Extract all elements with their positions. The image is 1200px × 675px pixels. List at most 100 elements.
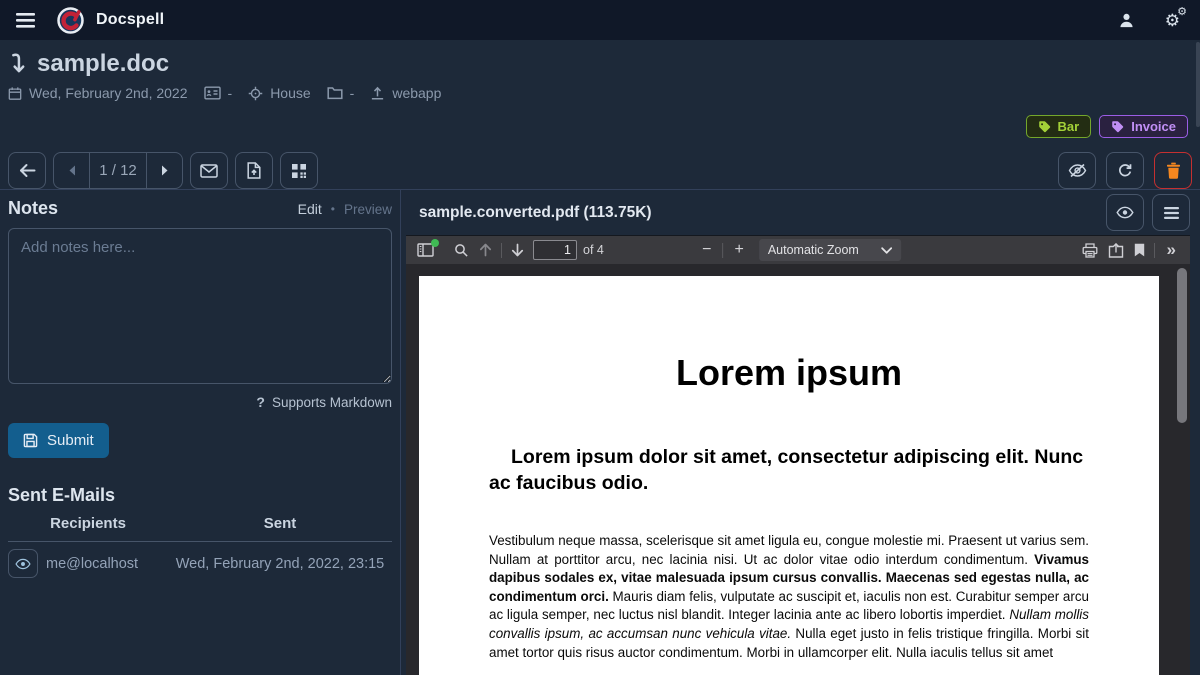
- submit-notes-button[interactable]: Submit: [8, 423, 109, 458]
- eye-icon: [15, 558, 31, 570]
- pdf-toolbar: of 4 − + Automatic Zoom: [406, 236, 1190, 264]
- chevron-left-icon: [68, 165, 76, 176]
- envelope-icon: [200, 164, 218, 178]
- pdf-doc-subtitle: Lorem ipsum dolor sit amet, consectetur …: [489, 444, 1089, 496]
- bookmark-icon: [1134, 243, 1145, 257]
- question-mark-icon: ?: [256, 394, 265, 410]
- tags-row: Bar Invoice: [8, 115, 1192, 138]
- top-navbar: Docspell ⚙⚙: [0, 0, 1200, 40]
- mail-sent-date: Wed, February 2nd, 2022, 23:15: [168, 556, 392, 572]
- notes-input[interactable]: [8, 228, 392, 384]
- pdf-page-input[interactable]: [533, 240, 577, 260]
- hamburger-icon: [16, 13, 35, 28]
- open-file-button[interactable]: [1103, 236, 1129, 264]
- sent-email-row: me@localhost Wed, February 2nd, 2022, 23…: [8, 549, 392, 578]
- arrow-up-icon: [479, 243, 492, 257]
- tab-preview[interactable]: Preview: [344, 202, 392, 217]
- page-scrollbar-thumb[interactable]: [1196, 42, 1200, 127]
- unconfirm-button[interactable]: [1058, 152, 1096, 189]
- attachment-file-label: sample.converted.pdf (113.75K): [419, 204, 652, 222]
- save-icon: [23, 433, 38, 448]
- chevron-right-icon: [161, 165, 169, 176]
- view-mail-button[interactable]: [8, 549, 38, 578]
- page-title: sample.doc: [37, 50, 169, 78]
- user-icon: [1118, 12, 1135, 29]
- notes-sidebar: Notes Edit • Preview ? Supports Markdown…: [0, 190, 401, 675]
- crosshairs-icon: [248, 86, 263, 101]
- account-button[interactable]: [1112, 6, 1141, 35]
- item-header: sample.doc Wed, February 2nd, 2022 - Hou…: [0, 40, 1200, 138]
- upload-icon: [370, 86, 385, 101]
- bookmark-button[interactable]: [1129, 236, 1150, 264]
- arrow-left-icon: [19, 163, 36, 178]
- pdf-page-count: of 4: [583, 243, 604, 257]
- pdf-viewer: of 4 − + Automatic Zoom: [406, 235, 1190, 675]
- attachment-pager: 1 / 12: [53, 152, 183, 189]
- pdf-canvas: Lorem ipsum Lorem ipsum dolor sit amet, …: [406, 264, 1190, 675]
- file-upload-icon: [247, 162, 261, 179]
- zoom-level-select[interactable]: Automatic Zoom: [759, 239, 901, 261]
- pdf-scrollbar[interactable]: [1177, 267, 1187, 674]
- preview-toggle-button[interactable]: [1106, 194, 1144, 231]
- pdf-next-page-button[interactable]: [506, 236, 529, 264]
- send-mail-button[interactable]: [190, 152, 228, 189]
- markdown-hint: ? Supports Markdown: [8, 394, 392, 410]
- pdf-search-button[interactable]: [449, 236, 474, 264]
- metadata-grid-button[interactable]: [280, 152, 318, 189]
- tab-edit[interactable]: Edit: [298, 201, 322, 217]
- tag-icon: [1038, 120, 1051, 133]
- qrcode-icon: [291, 163, 307, 179]
- toolbar-separator: [722, 243, 723, 258]
- tag-bar[interactable]: Bar: [1026, 115, 1092, 138]
- reprocess-button[interactable]: [1106, 152, 1144, 189]
- eye-slash-icon: [1068, 163, 1087, 178]
- download-arrow-icon: [8, 52, 27, 76]
- tag-invoice[interactable]: Invoice: [1099, 115, 1188, 138]
- pdf-print-button[interactable]: [1077, 236, 1103, 264]
- open-file-icon: [1108, 243, 1124, 258]
- item-source: webapp: [370, 85, 441, 101]
- menu-button[interactable]: [10, 7, 41, 34]
- zoom-out-button[interactable]: −: [695, 242, 718, 258]
- brand-title: Docspell: [96, 11, 164, 29]
- pdf-tools-button[interactable]: »: [1159, 240, 1184, 260]
- pdf-prev-page-button[interactable]: [474, 236, 497, 264]
- notification-dot: [431, 239, 439, 247]
- pdf-doc-body: Vestibulum neque massa, scelerisque sit …: [489, 532, 1089, 662]
- tag-icon: [1111, 120, 1124, 133]
- item-toolbar: 1 / 12: [0, 152, 1200, 189]
- prev-attachment-button[interactable]: [54, 153, 90, 188]
- sent-emails-heading: Sent E-Mails: [8, 485, 392, 506]
- zoom-in-button[interactable]: +: [727, 242, 750, 258]
- chevron-down-icon: [881, 247, 892, 254]
- pager-label: 1 / 12: [90, 153, 146, 188]
- toolbar-separator: [501, 243, 502, 258]
- attachment-pane: sample.converted.pdf (113.75K): [401, 190, 1200, 675]
- item-date: Wed, February 2nd, 2022: [8, 85, 188, 101]
- item-folder: -: [327, 85, 355, 101]
- docspell-logo-icon: [57, 7, 84, 34]
- arrow-down-icon: [511, 243, 524, 257]
- menu-bars-icon: [1164, 207, 1179, 219]
- address-card-icon: [204, 86, 221, 100]
- redo-icon: [1117, 163, 1133, 179]
- back-button[interactable]: [8, 152, 46, 189]
- pdf-page: Lorem ipsum Lorem ipsum dolor sit amet, …: [419, 276, 1159, 675]
- mail-recipients: me@localhost: [46, 556, 168, 572]
- settings-button[interactable]: ⚙⚙: [1159, 6, 1186, 35]
- sent-emails-table-header: Recipients Sent: [8, 515, 392, 542]
- folder-icon: [327, 86, 343, 100]
- attachment-header: sample.converted.pdf (113.75K): [401, 190, 1200, 235]
- add-files-button[interactable]: [235, 152, 273, 189]
- delete-button[interactable]: [1154, 152, 1192, 189]
- attachment-menu-button[interactable]: [1152, 194, 1190, 231]
- column-sent: Sent: [168, 515, 392, 532]
- toolbar-separator: [1154, 243, 1155, 258]
- column-recipients: Recipients: [8, 515, 168, 532]
- search-icon: [454, 243, 469, 258]
- next-attachment-button[interactable]: [146, 153, 182, 188]
- pdf-sidebar-toggle-button[interactable]: [412, 236, 439, 264]
- pdf-scrollbar-thumb[interactable]: [1177, 268, 1187, 423]
- item-concerning: House: [248, 85, 310, 101]
- calendar-icon: [8, 86, 22, 101]
